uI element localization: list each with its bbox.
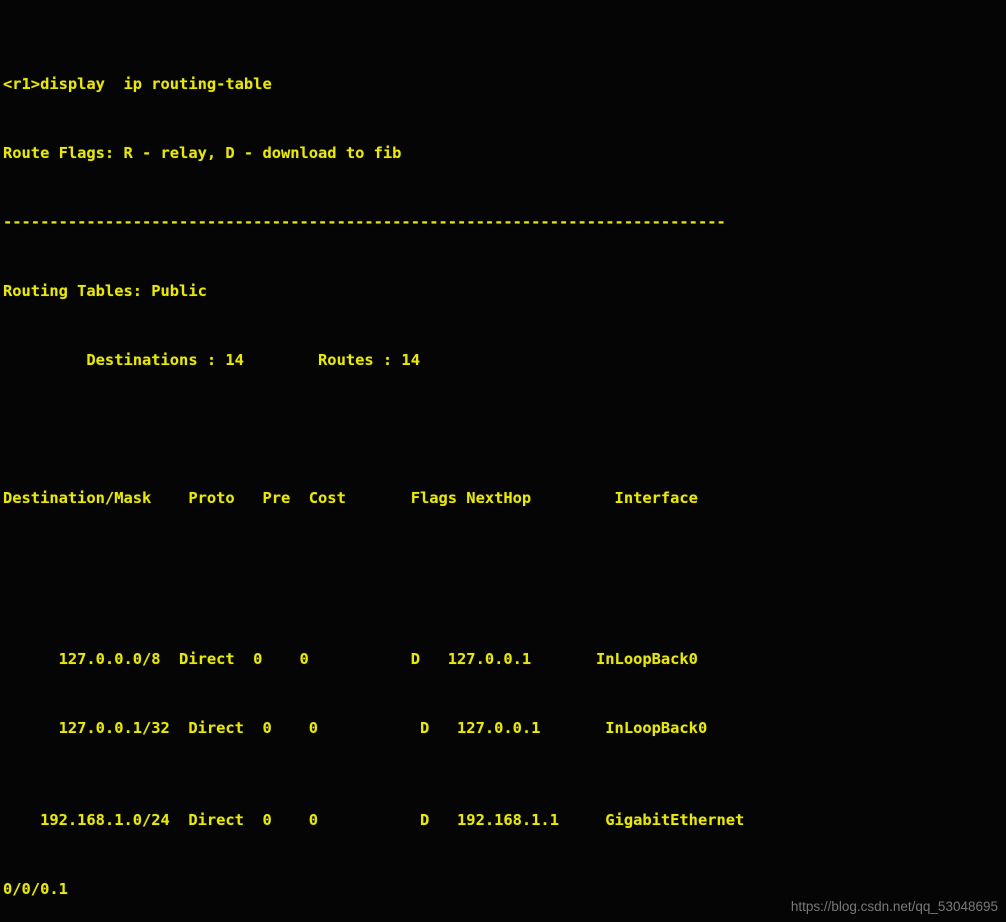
watermark: https://blog.csdn.net/qq_53048695 <box>790 899 998 914</box>
route-flags-line: Route Flags: R - relay, D - download to … <box>3 144 402 162</box>
blank-line-1 <box>3 418 1006 441</box>
table-row: 127.0.0.1/32 Direct 0 0 D 127.0.0.1 InLo… <box>3 719 708 737</box>
blank-line-2 <box>3 556 1006 579</box>
routing-tables-line: Routing Tables: Public <box>3 282 207 300</box>
table-header-line: Destination/Mask Proto Pre Cost Flags Ne… <box>3 489 698 507</box>
table-row: 192.168.1.0/24 Direct 0 0 D 192.168.1.1 … <box>3 811 745 829</box>
terminal-output[interactable]: <r1>display ip routing-table Route Flags… <box>0 0 1006 922</box>
table-row-wrap: 0/0/0.1 <box>3 880 68 898</box>
command-line: <r1>display ip routing-table <box>3 75 272 93</box>
separator-line: ----------------------------------------… <box>3 213 726 231</box>
summary-line: Destinations : 14 Routes : 14 <box>3 351 420 369</box>
table-row: 127.0.0.0/8 Direct 0 0 D 127.0.0.1 InLoo… <box>3 650 698 668</box>
